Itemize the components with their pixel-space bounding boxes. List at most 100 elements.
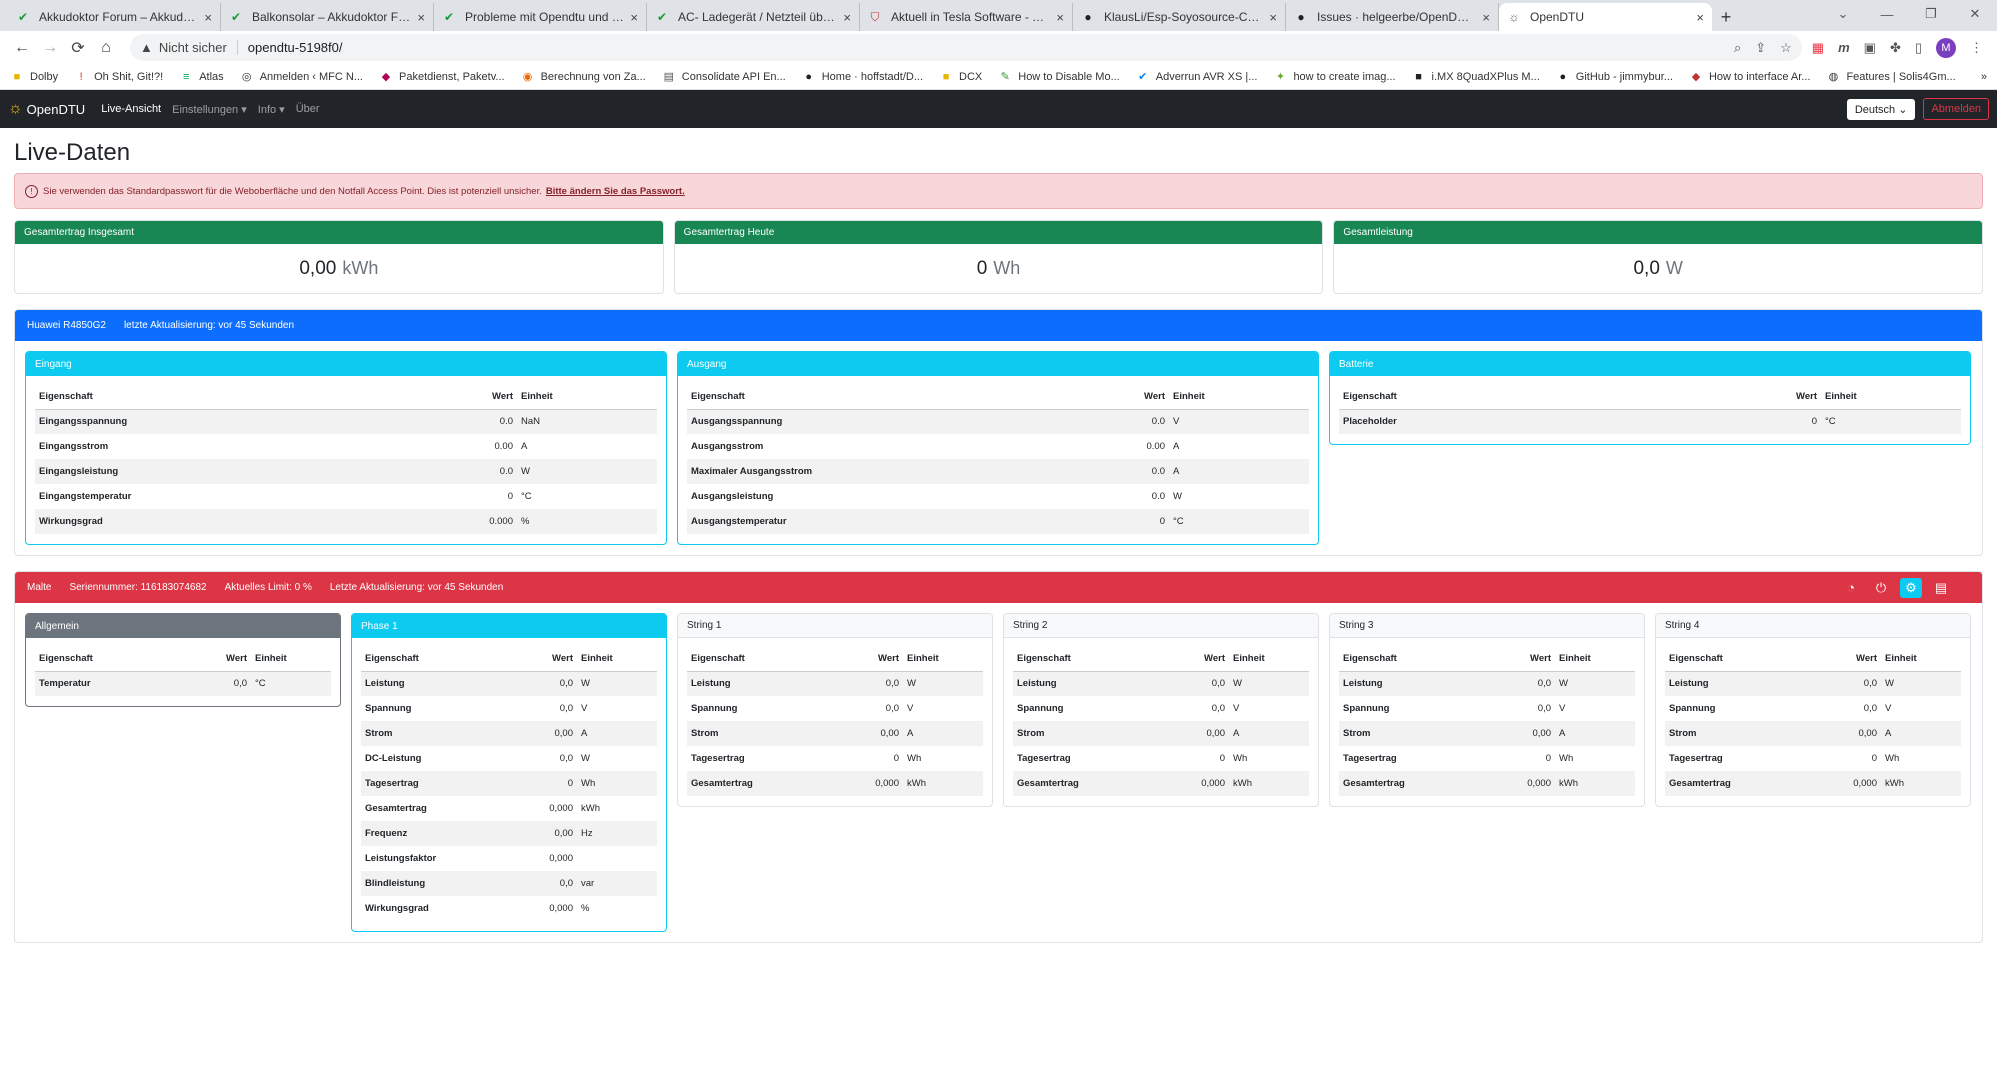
url-text[interactable]: opendtu-5198f0/ [236,40,343,55]
header-unit: Einheit [1229,647,1309,672]
total-card: Gesamtertrag Heute 0 Wh [673,220,1324,294]
close-icon[interactable]: × [1696,10,1704,25]
bookmark-item[interactable]: ✦ how to create imag... [1273,70,1396,84]
zoom-icon[interactable]: ⌕ [1734,40,1741,56]
close-icon[interactable]: × [1056,10,1064,25]
nav-about[interactable]: Über [296,103,320,115]
close-icon[interactable]: × [204,10,212,25]
change-password-link[interactable]: Bitte ändern Sie das Passwort. [546,186,685,197]
puzzle-icon[interactable]: ✤ [1890,40,1901,56]
row-value: 0,0 [1211,703,1225,714]
nav-live[interactable]: Live-Ansicht [101,103,161,115]
limit-settings-icon[interactable]: ◔ [1840,578,1862,598]
bookmark-item[interactable]: ◆ How to interface Ar... [1689,70,1811,84]
bookmark-item[interactable]: ◍ Features | Solis4Gm... [1826,70,1956,84]
row-value: 0,0 [1537,703,1551,714]
row-unit: °C [521,491,532,502]
share-icon[interactable]: ⇪ [1755,40,1766,56]
row-unit: Hz [577,821,657,846]
table-row: Blindleistung 0,0 var [361,871,657,896]
browser-tab[interactable]: ● Issues · helgeerbe/OpenDTU-On... × [1286,3,1499,31]
bookmark-item[interactable]: ■ i.MX 8QuadXPlus M... [1412,70,1540,84]
browser-tab[interactable]: ☼ OpenDTU × [1499,3,1712,31]
row-unit: % [581,903,590,914]
total-label: Gesamtertrag Heute [674,221,1323,244]
bookmark-item[interactable]: ◎ Anmelden ‹ MFC N... [240,70,363,84]
total-value: 0 [976,257,988,279]
data-card: String 1 Eigenschaft Wert Einheit Leistung 0,… [677,613,993,807]
home-icon[interactable]: ⌂ [92,39,120,57]
close-icon[interactable]: × [417,10,425,25]
star-icon[interactable]: ☆ [1780,40,1792,56]
extension-icon-2[interactable]: m [1838,40,1850,55]
nav-info[interactable]: Info ▾ [258,103,285,116]
extension-icon-1[interactable]: ▦ [1812,40,1824,56]
browser-tab[interactable]: ✔ Akkudoktor Forum – Akkudoktor × [8,3,221,31]
inverter-header: Malte Seriennummer: 116183074682 Aktuell… [15,572,1982,603]
bookmark-label: How to interface Ar... [1708,70,1811,83]
power-icon[interactable]: ⏻ [1870,578,1892,598]
data-card: Ausgang Eigenschaft Wert Einheit Ausgangsspa… [677,351,1319,545]
back-icon[interactable]: ← [8,39,36,57]
close-icon[interactable]: × [630,10,638,25]
close-icon[interactable]: × [843,10,851,25]
inverter-update: Letzte Aktualisierung: vor 45 Sekunden [329,582,504,593]
row-unit: W [581,753,590,764]
bookmark-label: Dolby [30,70,59,83]
bookmark-item[interactable]: ≡ Atlas [179,70,224,84]
minimize-icon[interactable]: — [1865,0,1909,28]
extension-icon-3[interactable]: ▣ [1864,40,1876,56]
close-window-icon[interactable]: ✕ [1953,0,1997,28]
bookmark-item[interactable]: ! Oh Shit, Git!?! [74,70,164,84]
bookmark-item[interactable]: ✎ How to Disable Mo... [998,70,1120,84]
security-label[interactable]: Nicht sicher [159,40,227,55]
browser-tab[interactable]: ✔ Probleme mit Opendtu und Hoy... × [434,3,647,31]
reload-icon[interactable]: ⟳ [64,38,92,58]
table-header-row: Eigenschaft Wert Einheit [35,385,657,410]
bookmark-item[interactable]: ✔ Adverrun AVR XS |... [1136,70,1257,84]
menu-icon[interactable]: ⋮ [1970,40,1983,56]
browser-tab[interactable]: ⛉ Aktuell in Tesla Software - TFF Fo... × [860,3,1073,31]
event-log-icon[interactable]: ▤ [1930,578,1952,598]
total-body: 0 Wh [675,244,1323,293]
chevron-down-icon[interactable]: ⌄ [1821,0,1865,28]
forward-icon[interactable]: → [36,39,64,57]
logout-button[interactable]: Abmelden [1923,98,1989,120]
browser-tab[interactable]: ✔ AC- Ladegerät / Netzteil über ESP × [647,3,860,31]
brand[interactable]: ☼ OpenDTU [8,100,85,118]
row-unit: A [903,721,983,746]
row-property: Strom [687,721,853,746]
row-value: 0,000 [549,853,573,864]
total-label: Gesamtleistung [1334,221,1983,244]
row-value: 0,000 [549,803,573,814]
nav-settings[interactable]: Einstellungen ▾ [172,103,247,116]
bookmark-item[interactable]: ● Home · hoffstadt/D... [802,70,923,84]
card-body: Eigenschaft Wert Einheit Ausgangsspannung 0.… [678,376,1318,544]
table-row: Spannung 0,0 V [1339,696,1635,721]
bookmark-item[interactable]: ◆ Paketdienst, Paketv... [379,70,505,84]
more-bookmarks-icon[interactable]: » [1981,71,1987,83]
bookmark-icon: ≡ [183,70,190,83]
new-tab-icon[interactable]: + [1712,3,1740,31]
omnibox[interactable]: ▲ Nicht sicher opendtu-5198f0/ ⌕ ⇪ ☆ [130,34,1802,61]
device-info-icon[interactable]: ⚙ [1900,577,1922,598]
browser-tab[interactable]: ✔ Balkonsolar – Akkudoktor Forum × [221,3,434,31]
table-header-row: Eigenschaft Wert Einheit [35,647,331,672]
card-body: Eigenschaft Wert Einheit Temperatur 0,0 °C [26,638,340,706]
header-unit: Einheit [251,647,331,672]
browser-tab[interactable]: ● KlausLi/Esp-Soyosource-Controlle × [1073,3,1286,31]
restore-icon[interactable]: ❐ [1909,0,1953,28]
bookmark-item[interactable]: ■ Dolby [10,70,58,84]
row-property: Leistung [1339,671,1505,696]
close-icon[interactable]: × [1269,10,1277,25]
bookmark-item[interactable]: ■ DCX [939,70,983,84]
tab-title: OpenDTU [1530,10,1585,24]
bookmark-item[interactable]: ● GitHub - jimmybur... [1556,70,1673,84]
language-select[interactable]: Deutsch ⌄ [1846,98,1916,120]
bookmark-item[interactable]: ◉ Berechnung von Za... [521,70,646,84]
profile-avatar[interactable]: M [1936,37,1956,58]
sidepanel-icon[interactable]: ▯ [1915,40,1922,56]
warning-icon[interactable]: ▲ [140,40,153,55]
bookmark-item[interactable]: ▤ Consolidate API En... [662,70,786,84]
close-icon[interactable]: × [1482,10,1490,25]
